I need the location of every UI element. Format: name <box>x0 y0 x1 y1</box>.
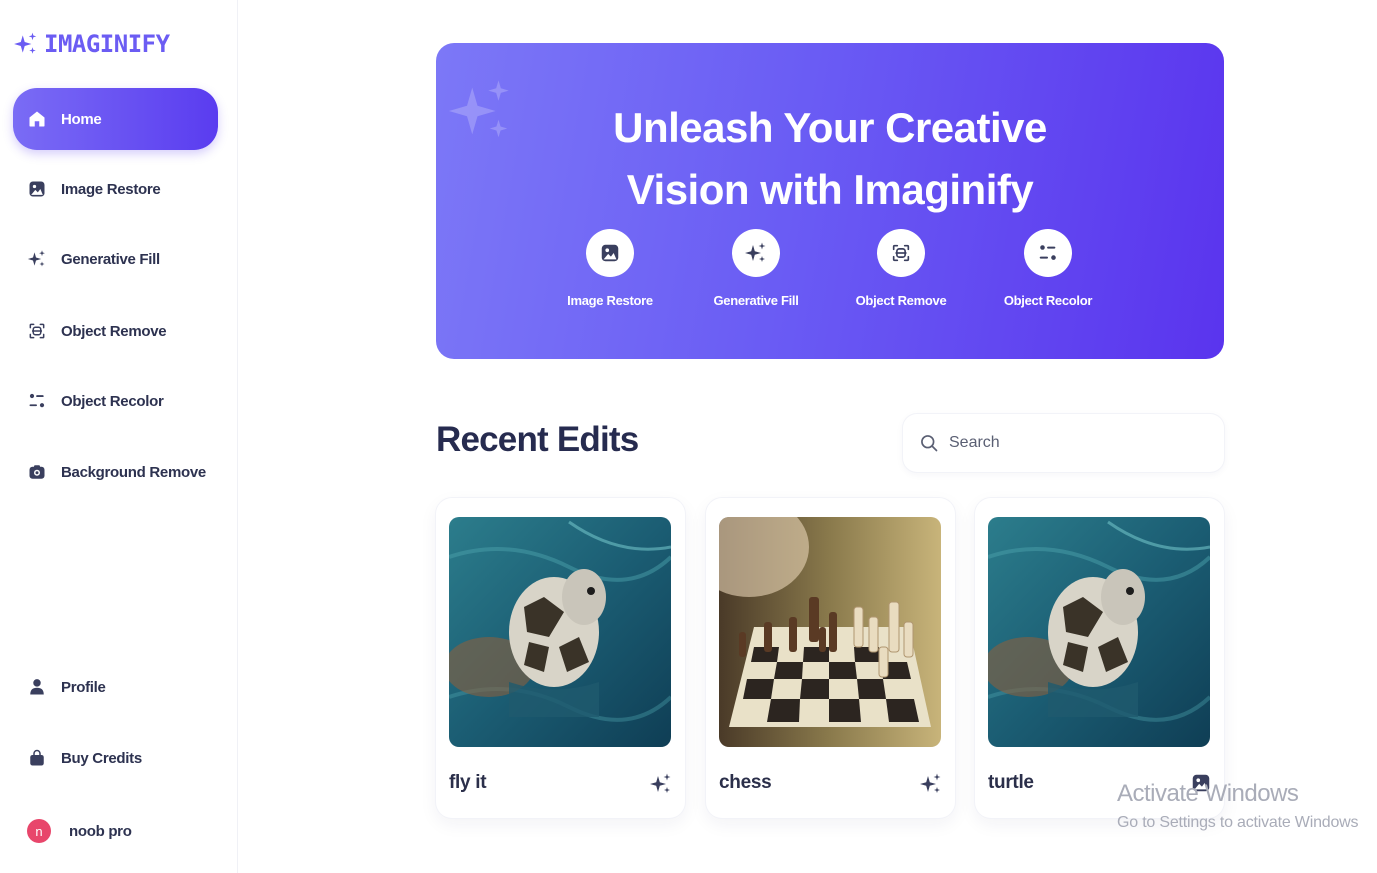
hero-tool-generative-fill[interactable]: Generative Fill <box>686 229 826 308</box>
sparkles-icon <box>649 772 673 801</box>
recent-edits-title: Recent Edits <box>436 420 639 459</box>
watermark-title: Activate Windows <box>1117 780 1299 807</box>
image-icon <box>586 229 634 277</box>
app-name: IMAGINIFY <box>44 30 170 58</box>
camera-icon <box>27 462 47 482</box>
sidebar-item-label: Generative Fill <box>61 250 160 268</box>
image-card[interactable]: turtle <box>975 498 1224 818</box>
sparkles-icon <box>732 229 780 277</box>
windows-activation-watermark: Activate Windows Go to Settings to activ… <box>1117 780 1359 832</box>
image-card[interactable]: chess <box>706 498 955 818</box>
sidebar-item-buy-credits[interactable]: Buy Credits <box>13 727 218 789</box>
user-menu[interactable]: n noob pro <box>13 800 218 862</box>
hero-tool-label: Object Remove <box>855 293 947 308</box>
sidebar-item-label: Object Remove <box>61 322 167 340</box>
hero-tool-object-remove[interactable]: Object Remove <box>831 229 971 308</box>
scan-icon <box>27 321 47 341</box>
image-card[interactable]: fly it <box>436 498 685 818</box>
sidebar-item-label: Home <box>61 110 102 128</box>
hero-tool-label: Object Recolor <box>1003 293 1093 308</box>
hero-tool-label: Image Restore <box>567 293 653 308</box>
sidebar-item-object-recolor[interactable]: Object Recolor <box>13 370 218 432</box>
card-image-turtle <box>449 517 671 747</box>
hero-tool-label: Generative Fill <box>713 293 799 308</box>
profile-icon <box>27 677 47 697</box>
watermark-subtitle: Go to Settings to activate Windows <box>1117 814 1359 831</box>
sidebar-item-label: Image Restore <box>61 180 161 198</box>
card-title: turtle <box>988 772 1034 793</box>
card-title: fly it <box>449 772 487 793</box>
sidebar-item-object-remove[interactable]: Object Remove <box>13 300 218 362</box>
sidebar-item-home[interactable]: Home <box>13 88 218 150</box>
sidebar-item-generative-fill[interactable]: Generative Fill <box>13 228 218 290</box>
search-input[interactable] <box>949 434 1189 452</box>
filter-icon <box>1024 229 1072 277</box>
sidebar-item-label: Object Recolor <box>61 392 164 410</box>
home-icon <box>27 109 47 129</box>
app-logo[interactable]: IMAGINIFY <box>12 30 170 58</box>
sidebar-item-profile[interactable]: Profile <box>13 656 218 718</box>
filter-icon <box>27 391 47 411</box>
sparkles-icon <box>919 772 943 801</box>
sidebar: IMAGINIFY Home Image Restore Generative … <box>0 0 238 873</box>
scan-icon <box>877 229 925 277</box>
card-image-chess <box>719 517 941 747</box>
user-name: noob pro <box>69 822 132 840</box>
search-box[interactable] <box>903 414 1224 472</box>
sparkles-icon <box>27 249 47 269</box>
sidebar-item-background-remove[interactable]: Background Remove <box>13 441 218 503</box>
hero-tool-image-restore[interactable]: Image Restore <box>540 229 680 308</box>
image-icon <box>27 179 47 199</box>
sparkles-icon <box>12 31 40 57</box>
bag-icon <box>27 748 47 768</box>
card-image-turtle <box>988 517 1210 747</box>
sidebar-item-label: Buy Credits <box>61 749 142 767</box>
card-title: chess <box>719 772 772 793</box>
hero-banner: Unleash Your Creative Vision with Imagin… <box>436 43 1224 359</box>
hero-title: Unleash Your Creative Vision with Imagin… <box>613 104 1047 213</box>
sidebar-item-image-restore[interactable]: Image Restore <box>13 158 218 220</box>
search-icon <box>921 435 938 452</box>
avatar: n <box>27 819 51 843</box>
sidebar-item-label: Background Remove <box>61 463 206 481</box>
hero-tool-object-recolor[interactable]: Object Recolor <box>978 229 1118 308</box>
sidebar-item-label: Profile <box>61 678 106 696</box>
